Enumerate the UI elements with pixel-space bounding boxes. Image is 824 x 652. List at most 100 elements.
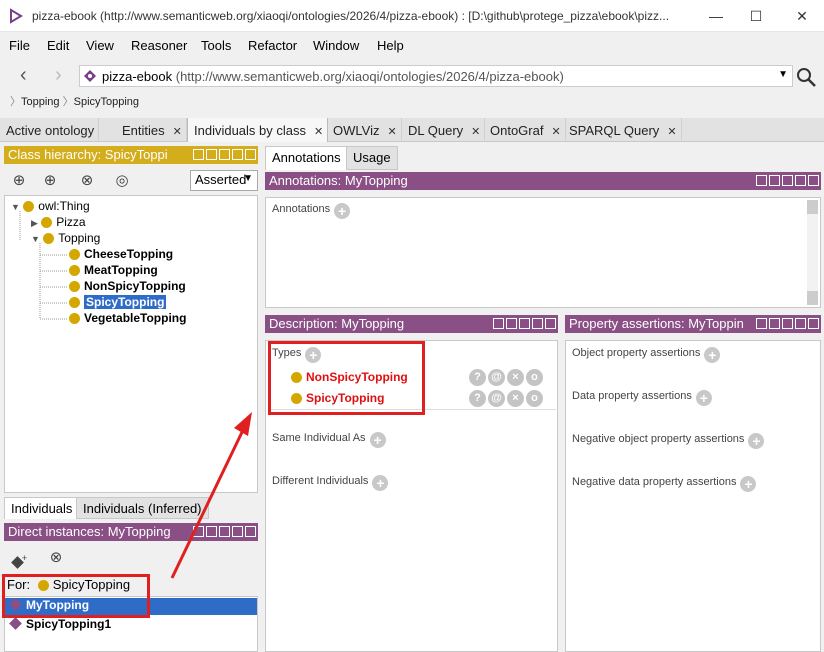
ontology-uri: (http://www.semanticweb.org/xiaoqi/ontol… [175,69,564,84]
help-icon[interactable] [756,318,767,329]
add-data-property-button[interactable]: + [695,390,712,406]
help-icon[interactable] [193,149,204,160]
menu-reasoner[interactable]: Reasoner [131,38,187,53]
tab-individuals-inferred[interactable]: Individuals (Inferred) [76,497,209,519]
add-negative-object-property-button[interactable]: + [748,433,765,449]
breadcrumb-item[interactable]: SpicyTopping [74,96,139,108]
list-item[interactable]: SpicyTopping1 [5,617,257,634]
panel-controls [493,318,556,329]
tab-sparql-query[interactable]: SPARQL Query ✕ [563,118,682,142]
hierarchy-mode-dropdown[interactable]: Asserted ▼ [190,170,258,191]
close-tab-icon[interactable]: ✕ [387,126,396,138]
search-icon[interactable] [795,66,817,88]
menu-view[interactable]: View [86,38,114,53]
close-tab-icon[interactable]: ✕ [471,126,480,138]
delete-button[interactable]: × [507,390,524,407]
help-icon[interactable] [756,175,767,186]
ontology-address-bar[interactable]: pizza-ebook (http://www.semanticweb.org/… [79,65,793,87]
maximize-button[interactable]: ☐ [746,6,766,26]
maximize-panel-icon[interactable] [232,526,243,537]
delete-class-icon[interactable]: ⊗ [77,171,97,191]
annotate-button[interactable]: @ [488,369,505,386]
add-negative-data-property-button[interactable]: + [740,476,757,492]
section-label: Negative data property assertions [572,476,737,488]
menu-tools[interactable]: Tools [201,38,231,53]
close-tab-icon[interactable]: ✕ [551,126,560,138]
breadcrumb-item[interactable]: Topping [21,96,60,108]
direct-instances-title: Direct instances: MyTopping [8,524,171,539]
pin-icon[interactable] [206,526,217,537]
class-hierarchy-title: Class hierarchy: SpicyToppi [8,147,168,162]
menu-edit[interactable]: Edit [47,38,69,53]
add-sibling-class-icon[interactable]: ⊕ [40,171,60,191]
chevron-down-icon[interactable]: ▼ [778,69,788,80]
menu-window[interactable]: Window [313,38,359,53]
tab-individuals-by-class[interactable]: Individuals by class ✕ [187,118,329,142]
minimize-button[interactable]: — [706,6,726,26]
tab-entities[interactable]: Entities ✕ [116,118,187,142]
tree-node-vegetabletopping[interactable]: VegetableTopping [69,311,186,327]
pin-icon[interactable] [769,318,780,329]
edit-button[interactable]: o [526,369,543,386]
pin-icon[interactable] [206,149,217,160]
data-property-assertions-section: Data property assertions + [572,390,712,406]
maximize-panel-icon[interactable] [532,318,543,329]
menu-refactor[interactable]: Refactor [248,38,297,53]
tree-node-label: MeatTopping [84,263,158,277]
add-same-individual-button[interactable]: + [369,432,386,448]
back-arrow-icon[interactable]: ‹ [20,64,27,87]
tree-node-nonspicytopping[interactable]: NonSpicyTopping [69,279,186,295]
description-header: Description: MyTopping [265,315,558,333]
menu-file[interactable]: File [9,38,30,53]
close-tab-icon[interactable]: ✕ [667,126,676,138]
tab-usage[interactable]: Usage [346,146,398,170]
annotate-button[interactable]: @ [488,390,505,407]
close-panel-icon[interactable] [808,175,819,186]
maximize-panel-icon[interactable] [232,149,243,160]
explain-button[interactable]: ? [469,369,486,386]
tab-dl-query[interactable]: DL Query ✕ [402,118,486,142]
minimize-panel-icon[interactable] [219,149,230,160]
pin-icon[interactable] [506,318,517,329]
edit-button[interactable]: o [526,390,543,407]
minimize-panel-icon[interactable] [519,318,530,329]
tab-ontograf[interactable]: OntoGraf ✕ [484,118,566,142]
close-tab-icon[interactable]: ✕ [314,126,323,138]
close-panel-icon[interactable] [245,149,256,160]
close-button[interactable]: ✕ [792,6,812,26]
close-panel-icon[interactable] [545,318,556,329]
minimize-panel-icon[interactable] [782,318,793,329]
add-object-property-button[interactable]: + [704,347,721,363]
maximize-panel-icon[interactable] [795,318,806,329]
minimize-panel-icon[interactable] [782,175,793,186]
explain-button[interactable]: ? [469,390,486,407]
minimize-panel-icon[interactable] [219,526,230,537]
help-icon[interactable] [193,526,204,537]
delete-button[interactable]: × [507,369,524,386]
forward-arrow-icon[interactable]: › [55,64,62,87]
target-icon[interactable]: ◎ [112,171,132,191]
scrollbar[interactable] [807,200,818,305]
delete-individual-icon[interactable]: ⊗ [46,548,66,568]
title-bar: pizza-ebook (http://www.semanticweb.org/… [0,0,824,32]
help-icon[interactable] [493,318,504,329]
tab-label: SPARQL Query [569,123,660,138]
tab-label: DL Query [408,123,464,138]
scroll-up-handle[interactable] [807,200,818,214]
tab-individuals[interactable]: Individuals [4,497,80,519]
add-subclass-icon[interactable]: ⊕ [9,171,29,191]
pin-icon[interactable] [769,175,780,186]
class-hierarchy-tree: ▼ owl:Thing ▶ Pizza ▼ Topping CheeseTopp… [4,195,258,493]
close-panel-icon[interactable] [808,318,819,329]
maximize-panel-icon[interactable] [795,175,806,186]
scroll-down-handle[interactable] [807,291,818,305]
menu-help[interactable]: Help [377,38,404,53]
close-panel-icon[interactable] [245,526,256,537]
tab-annotations[interactable]: Annotations [265,146,348,170]
tab-active-ontology[interactable]: Active ontology [0,118,100,142]
add-different-individual-button[interactable]: + [372,475,389,491]
add-annotation-button[interactable]: + [334,203,351,219]
add-individual-icon[interactable]: + [10,548,30,569]
tab-owlviz[interactable]: OWLViz ✕ [327,118,402,142]
close-tab-icon[interactable]: ✕ [173,126,182,138]
